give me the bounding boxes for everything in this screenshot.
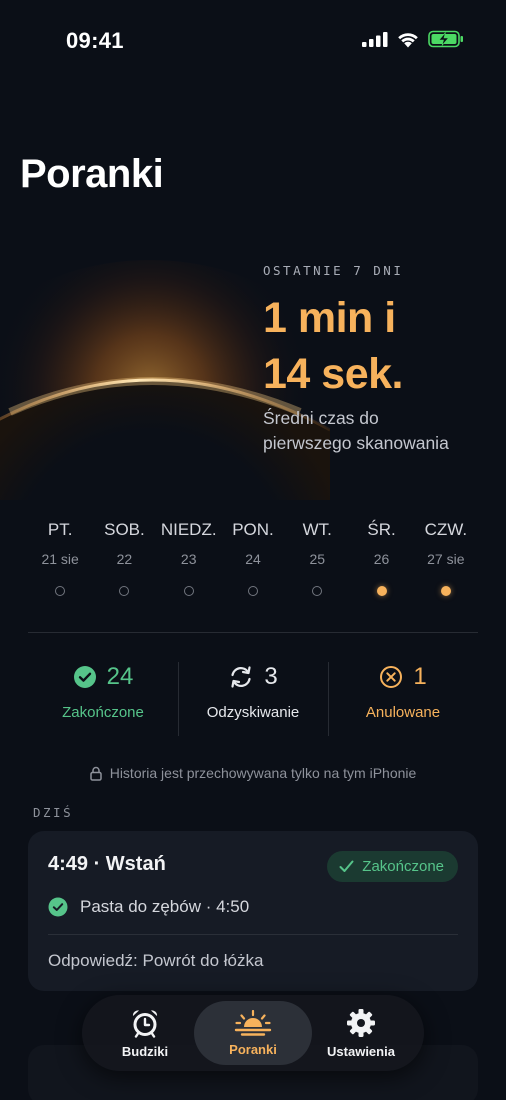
day-name: CZW. <box>424 520 468 539</box>
wifi-icon <box>398 33 418 48</box>
task-text: Pasta do zębów · 4:50 <box>80 897 250 916</box>
cancelled-count: 1 <box>413 663 427 690</box>
day-name: WT. <box>302 520 332 539</box>
day-date: 26 <box>373 551 390 567</box>
task-row: Pasta do zębów · 4:50 <box>48 897 249 917</box>
check-circle-icon <box>73 666 96 688</box>
tab-poranki[interactable]: Poranki <box>194 1001 312 1065</box>
status-bar: 09:41 <box>0 0 506 80</box>
x-circle-icon <box>380 666 403 688</box>
day-date: 23 <box>180 551 197 567</box>
day-column[interactable]: NIEDZ. 23 <box>157 520 221 596</box>
stat-value: 1 min i 14 sek. <box>263 290 503 402</box>
battery-charging-icon <box>428 30 463 48</box>
stat-value-line-2: 14 sek. <box>263 350 403 398</box>
summary-cancelled[interactable]: 1 Anulowane <box>328 662 478 736</box>
day-column[interactable]: ŚR. 26 <box>349 520 413 596</box>
cancelled-label: Anulowane <box>365 704 441 721</box>
sync-icon <box>231 666 251 688</box>
alarm-clock-icon <box>132 1009 158 1038</box>
day-date: 25 <box>309 551 326 567</box>
tab-ustawienia[interactable]: Ustawienia <box>302 1001 420 1065</box>
day-column[interactable]: PT. 21 sie <box>28 520 92 596</box>
recovering-count: 3 <box>264 663 278 690</box>
recovering-label: Odzyskiwanie <box>206 704 300 721</box>
completed-label: Zakończone <box>62 704 144 721</box>
summary-row: 24 Zakończone 3 Odzyskiwanie 1 Anulowane <box>28 662 478 736</box>
morning-card-title: 4:49 · Wstań <box>48 853 166 875</box>
day-status-dot <box>440 586 451 596</box>
page-title: Poranki <box>20 152 164 196</box>
stat-caption-line-1: Średni czas do <box>263 408 379 428</box>
sunrise-icon <box>234 1009 272 1036</box>
day-status-dot <box>376 586 387 596</box>
status-badge: Zakończone <box>327 851 458 882</box>
summary-recovering[interactable]: 3 Odzyskiwanie <box>178 662 328 736</box>
privacy-note-text: Historia jest przechowywana tylko na tym… <box>109 765 417 781</box>
section-label-today: DZIŚ <box>33 805 74 820</box>
stat-caption: Średni czas do pierwszego skanowania <box>263 406 503 456</box>
day-name: ŚR. <box>367 520 396 539</box>
day-date: 27 sie <box>427 551 465 567</box>
morning-card[interactable]: 4:49 · Wstań Zakończone Pasta do zębów ·… <box>28 831 478 991</box>
average-time-stat: OSTATNIE 7 DNI 1 min i 14 sek. Średni cz… <box>263 263 503 456</box>
day-column[interactable]: CZW. 27 sie <box>414 520 478 596</box>
day-column[interactable]: WT. 25 <box>285 520 349 596</box>
summary-completed[interactable]: 24 Zakończone <box>28 662 178 736</box>
day-status-dot <box>55 586 66 596</box>
tab-budziki[interactable]: Budziki <box>86 1001 204 1065</box>
check-circle-icon <box>48 897 68 917</box>
day-date: 22 <box>116 551 133 567</box>
stat-eyebrow: OSTATNIE 7 DNI <box>263 263 404 278</box>
tab-budziki-label: Budziki <box>121 1043 169 1059</box>
day-status-dot <box>119 586 130 596</box>
status-icons <box>362 30 464 48</box>
divider <box>28 632 478 633</box>
gear-icon <box>347 1008 375 1037</box>
status-time: 09:41 <box>66 28 124 53</box>
lock-icon <box>89 766 102 781</box>
status-badge-label: Zakończone <box>362 858 444 875</box>
week-strip: PT. 21 sie SOB. 22 NIEDZ. 23 PON. 24 WT.… <box>28 520 478 596</box>
day-name: PON. <box>232 520 274 539</box>
day-name: SOB. <box>104 520 145 539</box>
tab-ustawienia-label: Ustawienia <box>327 1043 395 1059</box>
stat-caption-line-2: pierwszego skanowania <box>263 433 449 453</box>
day-status-dot <box>247 586 258 596</box>
day-status-dot <box>183 586 194 596</box>
day-date: 21 sie <box>41 551 79 567</box>
tab-bar: Budziki Poranki Ustawienia <box>82 995 424 1071</box>
checkmark-icon <box>339 860 354 872</box>
day-name: NIEDZ. <box>160 520 217 539</box>
privacy-note: Historia jest przechowywana tylko na tym… <box>0 765 506 781</box>
day-column[interactable]: SOB. 22 <box>92 520 156 596</box>
response-text: Odpowiedź: Powrót do łóżka <box>48 951 264 970</box>
day-date: 24 <box>245 551 261 567</box>
tab-poranki-label: Poranki <box>229 1041 277 1057</box>
stat-value-line-1: 1 min i <box>263 294 396 342</box>
day-column[interactable]: PON. 24 <box>221 520 285 596</box>
completed-count: 24 <box>106 663 134 690</box>
cellular-signal-icon <box>362 32 388 47</box>
day-name: PT. <box>47 520 73 539</box>
day-status-dot <box>312 586 323 596</box>
card-divider <box>48 934 458 935</box>
